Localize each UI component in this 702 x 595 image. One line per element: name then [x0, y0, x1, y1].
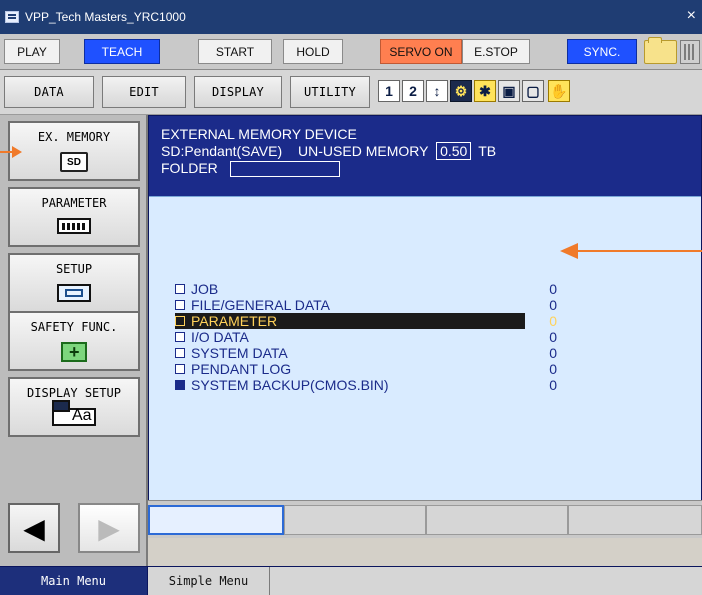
input-area: [148, 500, 702, 538]
safety-icon: [61, 342, 87, 363]
window-title: VPP_Tech Masters_YRC1000: [25, 10, 186, 24]
parameter-icon: [57, 218, 91, 234]
bottom-menu-bar: Main Menu Simple Menu: [0, 566, 702, 595]
checkbox-icon[interactable]: [175, 300, 185, 310]
list-item[interactable]: JOB 0: [175, 281, 557, 297]
list-item-label: PARAMETER: [191, 313, 278, 329]
bottom-menu-filler: [270, 567, 702, 595]
ex-memory-label: EX. MEMORY: [37, 130, 111, 144]
list-item-count: 0: [549, 281, 557, 297]
device-icon: ▣: [498, 80, 520, 102]
menu-display[interactable]: DISPLAY: [194, 76, 282, 108]
main-menu-tab[interactable]: Main Menu: [0, 567, 148, 595]
hold-button[interactable]: HOLD: [283, 39, 343, 64]
input-field[interactable]: [148, 505, 284, 535]
folder-input[interactable]: [229, 161, 340, 178]
list-item-count: 0: [549, 345, 557, 361]
display-setup-icon: [52, 400, 96, 426]
unused-memory-unit: TB: [478, 143, 497, 159]
display-setup-label: DISPLAY SETUP: [27, 386, 121, 400]
sync-button[interactable]: SYNC.: [567, 39, 637, 64]
edit-icon: ▢: [522, 80, 544, 102]
checkbox-icon[interactable]: [175, 348, 185, 358]
list-item-label: SYSTEM BACKUP(CMOS.BIN): [191, 377, 389, 393]
hand-icon: ✋: [548, 80, 570, 102]
folder-label: FOLDER: [161, 160, 218, 176]
menu-data[interactable]: DATA: [4, 76, 94, 108]
external-memory-header: EXTERNAL MEMORY DEVICE SD:Pendant(SAVE) …: [161, 126, 497, 178]
input-slot[interactable]: [284, 505, 426, 535]
unused-memory-label: UN-USED MEMORY: [298, 143, 429, 159]
top-control-row: PLAY TEACH START HOLD SERVO ON E.STOP SY…: [0, 34, 702, 70]
motion-icon: ⚙: [450, 80, 472, 102]
safety-func-button[interactable]: SAFETY FUNC.: [8, 311, 140, 371]
safety-func-label: SAFETY FUNC.: [30, 320, 118, 334]
list-item-label: I/O DATA: [191, 329, 249, 345]
calculator-icon[interactable]: [680, 40, 700, 64]
coordinate-icon: 2: [402, 80, 424, 102]
annotation-arrow-left: [0, 146, 22, 158]
arrow-line: [578, 250, 702, 252]
left-menu-panel: EX. MEMORY SD PARAMETER SETUP SAFETY FUN…: [0, 115, 148, 566]
unused-memory-value: 0.50: [436, 142, 472, 160]
list-item[interactable]: SYSTEM DATA 0: [175, 345, 557, 361]
arrow-head-icon: [560, 243, 578, 259]
annotation-arrow-right: [560, 243, 702, 259]
input-slot[interactable]: [426, 505, 568, 535]
setup-button[interactable]: SETUP: [8, 253, 140, 313]
play-button[interactable]: PLAY: [4, 39, 60, 64]
list-item[interactable]: I/O DATA 0: [175, 329, 557, 345]
checkbox-icon[interactable]: [175, 364, 185, 374]
checkbox-icon[interactable]: [175, 284, 185, 294]
right-arrow-icon[interactable]: ▶: [78, 503, 140, 553]
teach-button[interactable]: TEACH: [84, 39, 160, 64]
list-item-label: SYSTEM DATA: [191, 345, 288, 361]
setup-icon: [57, 284, 91, 302]
checkbox-icon[interactable]: [175, 316, 185, 326]
folder-icon[interactable]: [644, 37, 677, 64]
estop-button[interactable]: E.STOP: [462, 39, 530, 64]
app-icon: [5, 11, 19, 23]
start-button[interactable]: START: [198, 39, 272, 64]
arrow-head-icon: [12, 146, 22, 158]
list-item[interactable]: SYSTEM BACKUP(CMOS.BIN) 0: [175, 377, 557, 393]
page-navigation: ◀ ▶: [8, 503, 140, 553]
sd-card-icon: SD: [60, 152, 88, 172]
menu-utility[interactable]: UTILITY: [290, 76, 370, 108]
security-icon: ✱: [474, 80, 496, 102]
list-item-count: 0: [549, 313, 557, 329]
display-setup-button[interactable]: DISPLAY SETUP: [8, 377, 140, 437]
list-item-count: 0: [549, 377, 557, 393]
status-icons: 1 2 ↕ ⚙ ✱ ▣ ▢ ✋: [378, 78, 702, 108]
list-item-count: 0: [549, 297, 557, 313]
input-slot[interactable]: [568, 505, 702, 535]
checkbox-icon[interactable]: [175, 332, 185, 342]
axis-icon: ↕: [426, 80, 448, 102]
list-item-selected[interactable]: PARAMETER 0: [175, 313, 557, 329]
list-item-label: FILE/GENERAL DATA: [191, 297, 330, 313]
servo-on-button[interactable]: SERVO ON: [380, 39, 462, 64]
window-title-bar: VPP_Tech Masters_YRC1000 ×: [0, 0, 702, 34]
ex-memory-button[interactable]: EX. MEMORY SD: [8, 121, 140, 181]
main-panel: EXTERNAL MEMORY DEVICE SD:Pendant(SAVE) …: [148, 115, 702, 501]
header-title: EXTERNAL MEMORY DEVICE: [161, 126, 357, 142]
menu-edit[interactable]: EDIT: [102, 76, 186, 108]
parameter-button[interactable]: PARAMETER: [8, 187, 140, 247]
list-item[interactable]: FILE/GENERAL DATA 0: [175, 297, 557, 313]
list-item-count: 0: [549, 361, 557, 377]
menu-row: DATA EDIT DISPLAY UTILITY 1 2 ↕ ⚙ ✱ ▣ ▢ …: [0, 70, 702, 115]
list-item-label: PENDANT LOG: [191, 361, 292, 377]
list-item[interactable]: PENDANT LOG 0: [175, 361, 557, 377]
left-arrow-icon[interactable]: ◀: [8, 503, 60, 553]
parameter-label: PARAMETER: [41, 196, 107, 210]
device-label: SD:Pendant(SAVE): [161, 143, 283, 159]
setup-label: SETUP: [55, 262, 93, 276]
checkbox-icon[interactable]: [175, 380, 185, 390]
list-item-label: JOB: [191, 281, 219, 297]
list-item-count: 0: [549, 329, 557, 345]
simple-menu-tab[interactable]: Simple Menu: [148, 567, 270, 595]
memory-item-list: JOB 0 FILE/GENERAL DATA 0 PARAMETER 0 I/…: [149, 196, 701, 501]
close-button[interactable]: ×: [687, 8, 696, 24]
robot-number-icon: 1: [378, 80, 400, 102]
